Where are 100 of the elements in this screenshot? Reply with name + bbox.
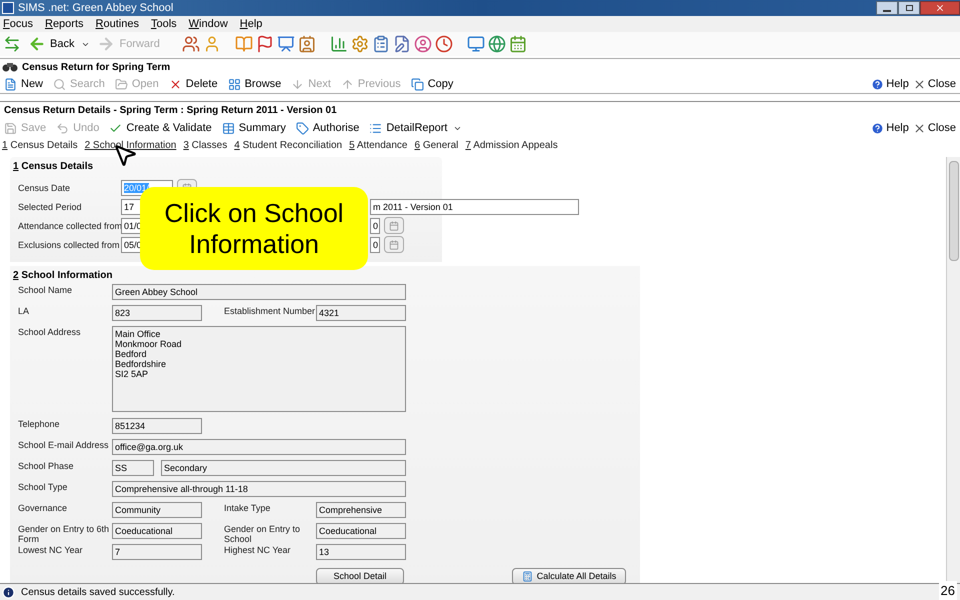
close-icon: [912, 122, 926, 134]
address-field[interactable]: Main Office Monkmoor Road Bedford Bedfordshire SI2 5AP: [112, 326, 406, 412]
field-label: Establishment Number: [224, 305, 316, 316]
address-line: Bedfordshire: [115, 359, 168, 369]
monitor-icon[interactable]: [466, 35, 485, 53]
calendar-button[interactable]: [384, 236, 404, 253]
toolbar-button[interactable]: Authorise: [292, 120, 364, 136]
address-line: SI2 5AP: [115, 369, 150, 379]
close-button[interactable]: Close: [912, 120, 956, 136]
field-label: School Phase: [18, 460, 75, 471]
text-field[interactable]: Comprehensive: [316, 502, 406, 518]
text-field[interactable]: Secondary: [161, 460, 406, 476]
text-field[interactable]: 0: [370, 218, 380, 234]
text-field[interactable]: m 2011 - Version 01: [370, 198, 579, 214]
field-label: Selected Period: [18, 202, 83, 212]
action-button[interactable]: Calculate All Details: [512, 568, 626, 583]
text-field[interactable]: Coeducational: [112, 523, 202, 539]
board-icon[interactable]: [276, 35, 295, 53]
toolbar-button[interactable]: Copy: [406, 76, 458, 92]
save-icon: [4, 122, 17, 134]
tab-link[interactable]: 4 Student Reconciliation: [234, 138, 342, 152]
document-pen-icon[interactable]: [392, 35, 411, 53]
address-line: Bedford: [115, 349, 148, 359]
tab-link[interactable]: 1 Census Details: [2, 138, 78, 152]
menu-item[interactable]: Reports: [44, 17, 84, 31]
text-field[interactable]: Comprehensive all-through 11-18: [112, 481, 406, 497]
menu-item[interactable]: Help: [240, 17, 262, 31]
field-label: School Name: [18, 284, 74, 295]
clock-icon[interactable]: [434, 35, 453, 53]
text-field[interactable]: 4321: [316, 305, 406, 321]
menu-item[interactable]: Tools: [150, 17, 177, 31]
scrollbar[interactable]: [946, 157, 960, 583]
copy-icon: [410, 78, 424, 90]
close-window-button[interactable]: [920, 1, 960, 15]
folder-icon: [114, 78, 128, 90]
table-icon: [222, 122, 235, 134]
nav-button[interactable]: Back: [24, 35, 78, 53]
user-icon[interactable]: [414, 35, 432, 53]
bar-chart-icon[interactable]: [330, 35, 348, 53]
text-field[interactable]: 823: [112, 305, 202, 321]
menu-item[interactable]: Focus: [3, 17, 33, 31]
people-icon[interactable]: [182, 35, 200, 53]
restore-button[interactable]: [898, 1, 920, 15]
field-label: Lowest NC Year: [18, 544, 84, 555]
book-icon[interactable]: [234, 35, 253, 53]
close-icon: [935, 3, 945, 13]
clipboard-icon[interactable]: [372, 35, 390, 53]
swap-arrows-icon[interactable]: [3, 35, 21, 53]
arrow-down-icon: [291, 78, 304, 90]
field-label: Exclusions collected from: [18, 240, 121, 250]
tab-link[interactable]: 3 Classes: [183, 138, 228, 152]
undo-icon: [56, 122, 70, 134]
text-field[interactable]: 0: [370, 236, 380, 252]
text-field[interactable]: SS: [112, 460, 154, 476]
action-button[interactable]: School Detail: [316, 568, 404, 583]
help-button[interactable]: Help: [871, 76, 909, 92]
calendar-icon[interactable]: [508, 35, 527, 53]
field-label: Highest NC Year: [224, 544, 292, 555]
text-field[interactable]: Coeducational: [316, 523, 406, 539]
field-label: LA: [18, 305, 30, 316]
toolbar-button[interactable]: Create & Validate: [105, 120, 216, 136]
section-heading: 1 Census Details: [13, 160, 94, 174]
field-label: Census Date: [18, 182, 72, 192]
window-title: SIMS .net: Green Abbey School: [18, 0, 174, 16]
text-field[interactable]: Green Abbey School: [112, 284, 406, 300]
field-label: Gender on Entry to School: [224, 523, 302, 544]
flag-icon[interactable]: [256, 35, 274, 53]
globe-icon[interactable]: [488, 35, 506, 53]
text-field[interactable]: office@ga.org.uk: [112, 439, 406, 455]
app-logo-icon: [2, 2, 14, 14]
tag-icon: [296, 122, 309, 134]
text-field[interactable]: 7: [112, 544, 202, 560]
toolbar-button[interactable]: New: [0, 76, 48, 92]
toolbar-button[interactable]: Summary: [218, 120, 290, 136]
field-label: Governance: [18, 502, 68, 513]
close-button[interactable]: Close: [912, 76, 956, 92]
toolbar-button[interactable]: DetailReport: [365, 120, 452, 136]
calculator-icon: [522, 571, 533, 582]
minimize-button[interactable]: [876, 1, 898, 15]
section-heading: 2 School Information: [13, 269, 114, 283]
menu-item[interactable]: Routines: [96, 17, 139, 31]
toolbar-button[interactable]: Delete: [164, 76, 222, 92]
module-title: Census Return for Spring Term: [22, 60, 170, 74]
settings-icon[interactable]: [350, 35, 369, 53]
contact-icon[interactable]: [298, 35, 316, 53]
toolbar-button[interactable]: Browse: [224, 76, 286, 92]
text-field[interactable]: Community: [112, 502, 202, 518]
status-message: Census details saved successfully.: [21, 586, 175, 600]
tab-link[interactable]: 6 General: [414, 138, 458, 152]
tab-link[interactable]: 5 Attendance: [349, 138, 408, 152]
calendar-button[interactable]: [384, 217, 404, 234]
text-field[interactable]: 13: [316, 544, 406, 560]
text-field[interactable]: 851234: [112, 418, 202, 434]
tab-link[interactable]: 7 Admission Appeals: [465, 138, 558, 152]
field-label: Intake Type: [224, 502, 272, 513]
list-icon: [369, 122, 382, 134]
menu-item[interactable]: Window: [188, 17, 228, 31]
help-icon: [871, 122, 884, 134]
help-button[interactable]: Help: [871, 120, 909, 136]
details-title: Census Return Details - Spring Term : Spring Return 2011 - Version 01: [3, 104, 338, 118]
